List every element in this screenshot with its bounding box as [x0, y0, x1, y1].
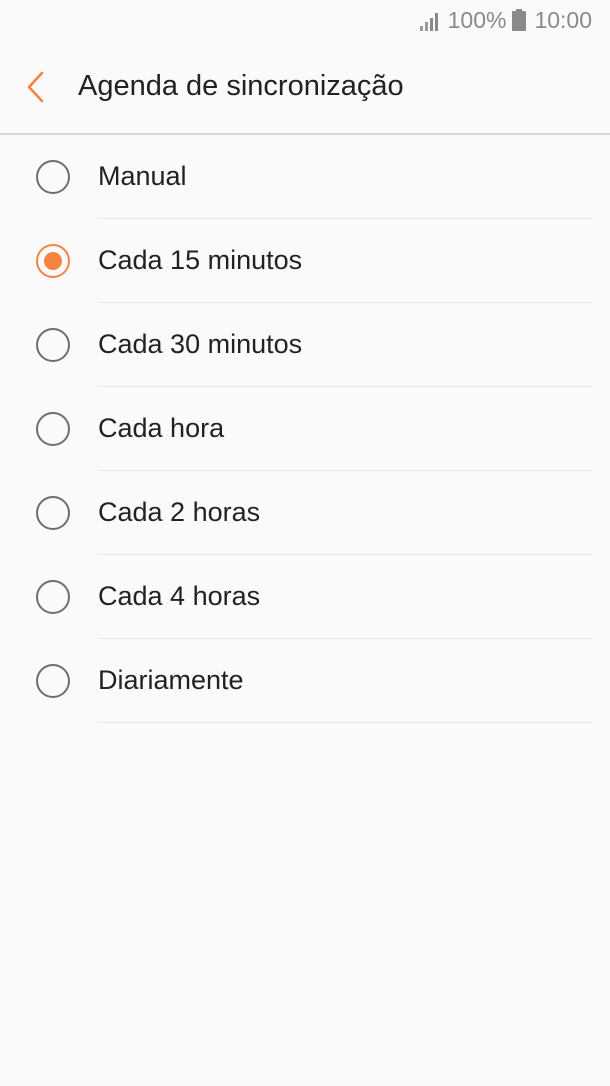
page-title: Agenda de sincronização	[78, 70, 404, 102]
radio-button[interactable]	[36, 328, 70, 362]
status-time: 10:00	[534, 6, 592, 33]
option-label: Cada 30 minutos	[98, 329, 303, 359]
option-manual[interactable]: Manual	[0, 135, 610, 219]
option-every-4-hours[interactable]: Cada 4 horas	[0, 555, 610, 639]
battery-icon	[512, 9, 527, 31]
option-label-container: Diariamente	[98, 639, 592, 723]
radio-button[interactable]	[36, 412, 70, 446]
option-label: Diariamente	[98, 665, 244, 695]
signal-icon	[419, 10, 442, 31]
option-label: Cada 15 minutos	[98, 245, 303, 275]
option-label-container: Cada 30 minutos	[98, 303, 592, 387]
back-button[interactable]	[0, 39, 70, 134]
option-label-container: Cada hora	[98, 387, 592, 471]
option-label: Cada 2 horas	[98, 497, 261, 527]
option-label-container: Cada 2 horas	[98, 471, 592, 555]
option-every-2-hours[interactable]: Cada 2 horas	[0, 471, 610, 555]
option-every-15-minutes[interactable]: Cada 15 minutos	[0, 219, 610, 303]
battery-percent: 100%	[447, 6, 507, 33]
app-bar: Agenda de sincronização	[0, 40, 610, 135]
option-label-container: Manual	[98, 135, 592, 219]
option-every-hour[interactable]: Cada hora	[0, 387, 610, 471]
radio-button[interactable]	[36, 244, 70, 278]
radio-button[interactable]	[36, 160, 70, 194]
radio-dot	[44, 252, 62, 270]
option-label: Manual	[98, 161, 187, 191]
radio-button[interactable]	[36, 496, 70, 530]
option-label-container: Cada 4 horas	[98, 555, 592, 639]
radio-button[interactable]	[36, 580, 70, 614]
option-daily[interactable]: Diariamente	[0, 639, 610, 723]
option-every-30-minutes[interactable]: Cada 30 minutos	[0, 303, 610, 387]
option-label: Cada hora	[98, 413, 225, 443]
option-label-container: Cada 15 minutos	[98, 219, 592, 303]
radio-button[interactable]	[36, 664, 70, 698]
chevron-left-icon	[27, 71, 44, 102]
sync-schedule-options: Manual Cada 15 minutos Cada 30 minutos C…	[0, 135, 610, 723]
option-label: Cada 4 horas	[98, 581, 261, 611]
status-bar: 100% 10:00	[0, 0, 610, 40]
